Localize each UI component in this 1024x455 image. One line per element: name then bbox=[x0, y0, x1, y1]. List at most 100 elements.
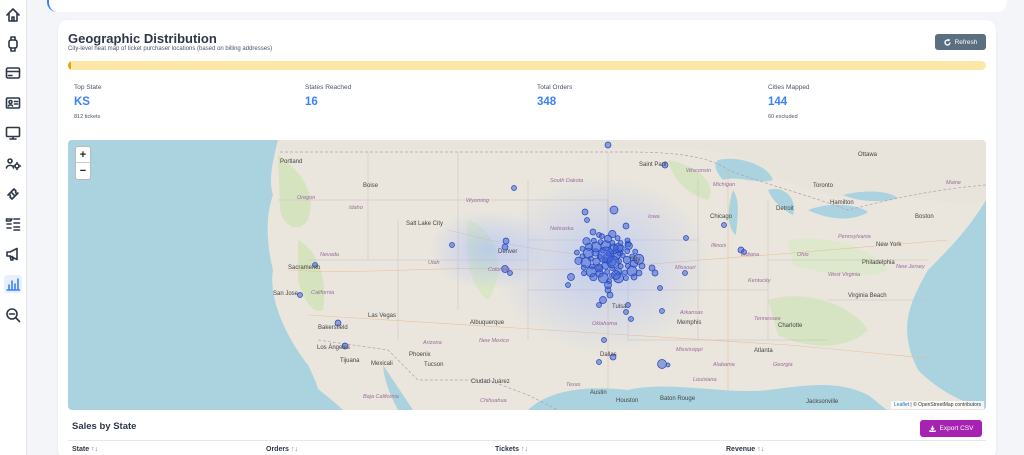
sort-icon: ↑↓ bbox=[91, 446, 99, 453]
credit-card-icon[interactable] bbox=[4, 64, 22, 82]
city-marker[interactable] bbox=[604, 141, 612, 149]
city-marker[interactable] bbox=[623, 275, 629, 281]
city-marker[interactable] bbox=[594, 263, 604, 273]
city-marker[interactable] bbox=[611, 270, 621, 280]
city-marker[interactable] bbox=[599, 233, 605, 239]
map-label: Nebraska bbox=[550, 226, 574, 232]
heat-map[interactable]: Saint Paul Ottawa Portland Boise South D… bbox=[68, 140, 986, 410]
city-marker[interactable] bbox=[590, 237, 597, 244]
city-marker[interactable] bbox=[609, 205, 619, 215]
city-marker[interactable] bbox=[606, 255, 620, 269]
city-marker[interactable] bbox=[657, 285, 663, 291]
city-marker[interactable] bbox=[565, 282, 571, 288]
map-label: Mexicali bbox=[371, 361, 393, 367]
home-icon[interactable] bbox=[4, 6, 22, 24]
map-label: Maine bbox=[946, 180, 961, 186]
ticket-icon[interactable] bbox=[4, 185, 22, 203]
id-card-icon[interactable] bbox=[4, 94, 22, 112]
stat-value: 144 bbox=[768, 96, 788, 108]
city-marker[interactable] bbox=[632, 248, 639, 255]
city-marker[interactable] bbox=[622, 222, 630, 230]
map-label: Utah bbox=[428, 260, 440, 266]
city-marker[interactable] bbox=[628, 316, 634, 322]
map-label: Louisiana bbox=[693, 377, 717, 383]
zoom-out-button[interactable]: − bbox=[76, 163, 90, 179]
users-settings-icon[interactable] bbox=[4, 155, 22, 173]
map-label: Ottawa bbox=[858, 152, 878, 158]
map-label: Toronto bbox=[813, 183, 834, 189]
city-marker[interactable] bbox=[597, 239, 604, 245]
leaflet-link[interactable]: Leaflet bbox=[894, 402, 909, 408]
column-header-tickets[interactable]: Tickets ↑↓ bbox=[495, 446, 528, 453]
city-marker[interactable] bbox=[624, 241, 633, 250]
refresh-button[interactable]: Refresh bbox=[935, 34, 986, 50]
zoom-in-button[interactable]: + bbox=[76, 147, 90, 163]
city-marker[interactable] bbox=[657, 359, 667, 369]
map-label: Alabama bbox=[713, 362, 735, 368]
map-label: New York bbox=[876, 242, 902, 248]
city-marker[interactable] bbox=[579, 245, 586, 252]
city-marker[interactable] bbox=[659, 308, 665, 314]
top-panel-strip bbox=[47, 0, 1007, 12]
megaphone-icon[interactable] bbox=[4, 245, 22, 263]
map-label: West Virginia bbox=[828, 272, 861, 278]
city-marker[interactable] bbox=[581, 208, 589, 216]
map-label: Saint Paul bbox=[639, 162, 667, 168]
city-marker[interactable] bbox=[596, 359, 602, 365]
map-label: Salt Lake City bbox=[406, 221, 444, 227]
map-label: Phoenix bbox=[409, 352, 431, 358]
city-marker[interactable] bbox=[614, 235, 621, 241]
city-marker[interactable] bbox=[682, 270, 688, 276]
map-label: Iowa bbox=[648, 214, 660, 220]
column-header-state[interactable]: State ↑↓ bbox=[72, 446, 98, 453]
city-marker[interactable] bbox=[511, 185, 517, 191]
city-marker[interactable] bbox=[502, 237, 510, 245]
city-marker[interactable] bbox=[589, 273, 598, 282]
column-header-orders[interactable]: Orders ↑↓ bbox=[266, 446, 298, 453]
city-marker[interactable] bbox=[449, 242, 455, 248]
city-marker[interactable] bbox=[608, 230, 617, 239]
column-header-revenue[interactable]: Revenue ↑↓ bbox=[726, 446, 764, 453]
city-marker[interactable] bbox=[589, 228, 597, 236]
stat-label: Total Orders bbox=[537, 84, 573, 91]
watch-icon[interactable] bbox=[4, 35, 22, 53]
city-marker[interactable] bbox=[582, 237, 591, 246]
map-label: San Jose bbox=[273, 291, 299, 297]
export-csv-button[interactable]: Export CSV bbox=[920, 420, 982, 437]
map-label: Mississippi bbox=[676, 347, 703, 353]
city-marker[interactable] bbox=[613, 243, 623, 253]
map-label: Albuquerque bbox=[470, 320, 505, 326]
city-marker[interactable] bbox=[574, 249, 580, 256]
city-marker[interactable] bbox=[599, 296, 607, 304]
map-label: Tijuana bbox=[340, 358, 360, 364]
map-label: Tulsa bbox=[612, 304, 627, 310]
bar-chart-icon[interactable] bbox=[4, 275, 22, 293]
city-marker[interactable] bbox=[596, 302, 602, 308]
stat-value: KS bbox=[74, 96, 90, 108]
stat-note: 812 tickets bbox=[74, 114, 101, 120]
city-marker[interactable] bbox=[721, 222, 727, 228]
city-marker[interactable] bbox=[604, 281, 612, 289]
map-label: Indiana bbox=[741, 252, 760, 258]
city-marker[interactable] bbox=[665, 362, 671, 368]
city-marker[interactable] bbox=[584, 217, 590, 223]
search-chat-icon[interactable] bbox=[4, 306, 22, 324]
city-marker[interactable] bbox=[623, 309, 629, 315]
city-marker[interactable] bbox=[683, 235, 689, 241]
map-label: Pennsylvania bbox=[838, 234, 871, 240]
city-marker[interactable] bbox=[626, 265, 638, 277]
map-label: Idaho bbox=[349, 205, 363, 211]
city-marker[interactable] bbox=[624, 237, 631, 244]
city-marker[interactable] bbox=[297, 292, 303, 298]
city-marker[interactable] bbox=[580, 264, 587, 271]
monitor-icon[interactable] bbox=[4, 124, 22, 142]
city-marker[interactable] bbox=[574, 256, 583, 265]
city-marker[interactable] bbox=[581, 270, 587, 277]
city-marker[interactable] bbox=[606, 291, 614, 299]
map-label: Portland bbox=[280, 159, 303, 165]
city-marker[interactable] bbox=[651, 269, 659, 277]
checklist-icon[interactable] bbox=[4, 215, 22, 233]
city-marker[interactable] bbox=[601, 337, 607, 343]
city-marker[interactable] bbox=[567, 273, 575, 281]
stat-label: Top State bbox=[74, 84, 102, 91]
